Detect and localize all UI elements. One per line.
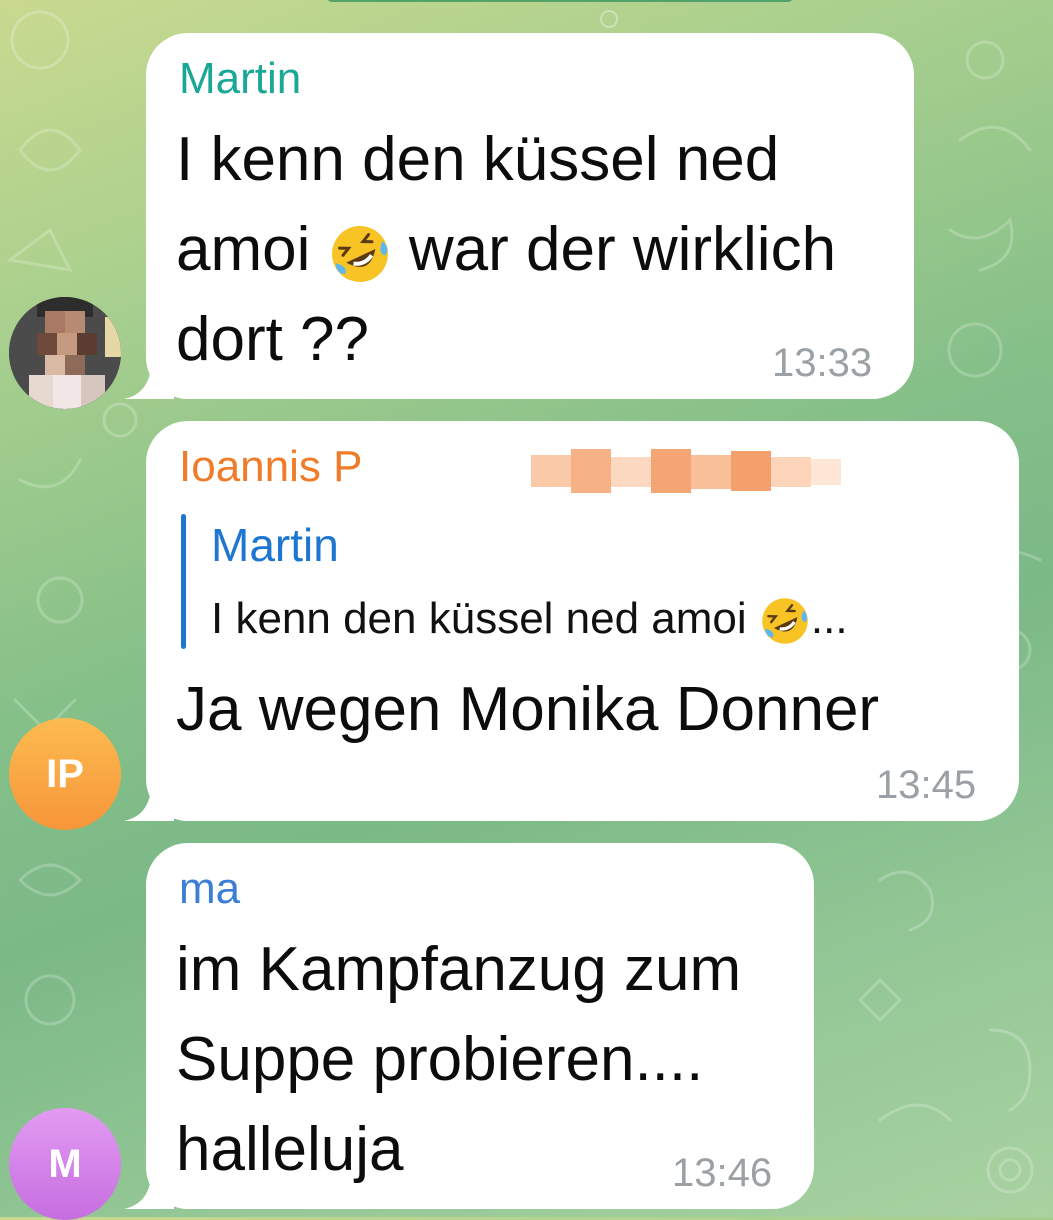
pixelated-avatar-photo [9,297,121,409]
message-text-line: amoi war der wirklich [176,213,836,287]
message-text-line: halleluja [176,1115,404,1184]
sender-name[interactable]: Martin [179,53,301,105]
message-timestamp: 13:46 [672,1151,773,1195]
reply-sender-name[interactable]: Martin [211,519,339,571]
top-message-edge [325,0,795,2]
rolling-laughing-emoji-icon [331,225,388,282]
reply-ellipsis: ... [810,594,848,643]
bubble-tail [124,355,174,399]
message-bubble[interactable]: Martin I kenn den küssel ned amoi war de… [124,33,914,399]
avatar[interactable] [9,297,121,409]
message-timestamp: 13:45 [876,763,977,807]
message-text-segment: war der wirklich [408,215,837,284]
avatar[interactable]: M [9,1108,121,1220]
avatar-initials: IP [46,752,84,796]
sender-name[interactable]: ma [179,863,240,915]
avatar-initials: M [48,1142,82,1186]
avatar[interactable]: IP [9,718,121,830]
message-text-line: im Kampfanzug zum [176,935,742,1004]
reply-accent-bar [181,514,186,649]
redacted-name-blur [531,449,841,493]
message-bubble[interactable]: Ioannis P Martin I kenn den küssel ned a… [124,421,1019,821]
reply-preview-segment: I kenn den küssel ned amoi [211,594,747,643]
message-timestamp: 13:33 [772,341,873,385]
message-bubble[interactable]: ma im Kampfanzug zum Suppe probieren....… [124,843,814,1209]
reply-preview-text[interactable]: I kenn den küssel ned amoi ... [211,593,848,647]
bubble-tail [124,1165,174,1209]
message-text-line: I kenn den küssel ned [176,125,780,194]
message-text-segment: amoi [176,215,311,284]
background-doodle [600,10,618,28]
bubble-tail [124,777,174,821]
sender-name[interactable]: Ioannis P [179,441,362,493]
message-text-line: Suppe probieren.... [176,1025,704,1094]
message-text: Ja wegen Monika Donner [176,675,880,744]
message-text-line: dort ?? [176,305,370,374]
rolling-laughing-emoji-icon [762,598,808,645]
